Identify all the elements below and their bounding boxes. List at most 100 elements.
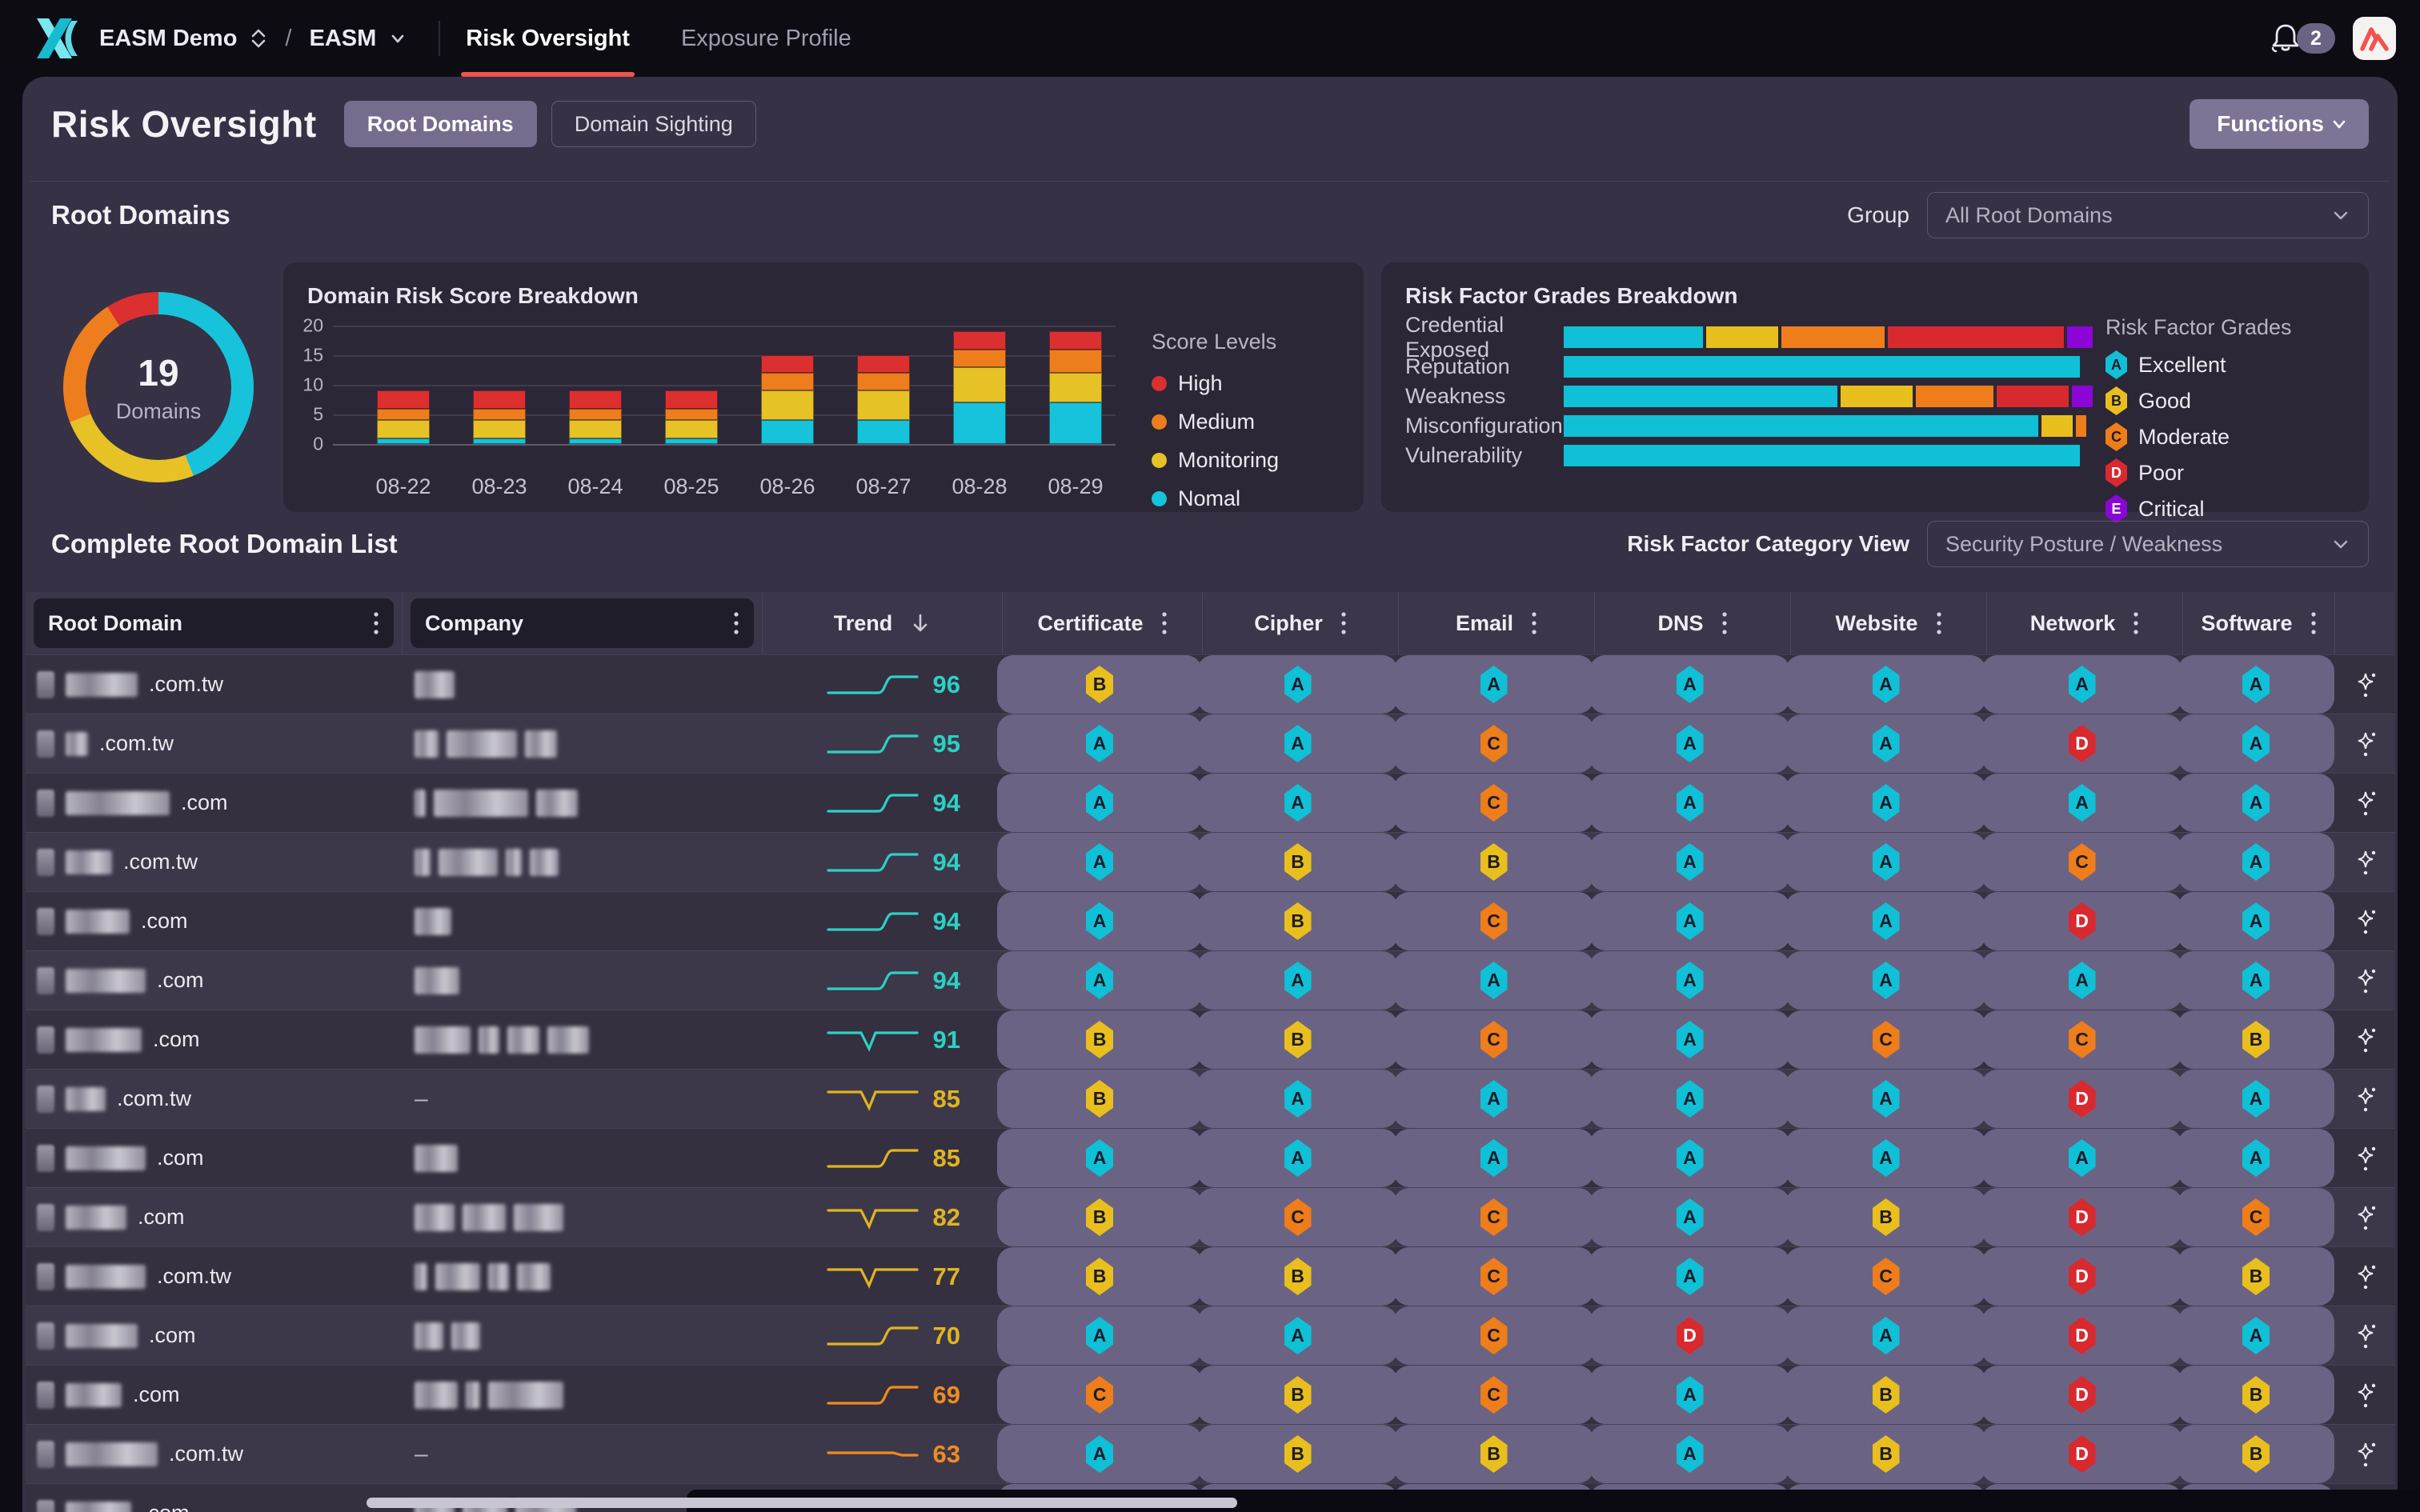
column-filter-box-company[interactable]: Company [411,598,754,648]
bar-segment-high [1049,331,1102,349]
cell-website: A [1785,1306,1986,1365]
attack-path-actions-icon[interactable] [2353,1144,2380,1173]
category-view-select[interactable]: Security Posture / Weakness [1927,521,2369,567]
table-row[interactable]: .com70AACDADA [26,1306,2394,1365]
column-menu-icon[interactable] [1721,610,1728,637]
view-tab-root-domains[interactable]: Root Domains [344,101,537,147]
column-header-cipher: Cipher [1202,592,1398,654]
grade-segment-A [1564,386,1837,407]
table-row[interactable]: .com94AACAAAA [26,773,2394,832]
column-menu-icon[interactable] [733,610,739,637]
breadcrumb-project[interactable]: EASM Demo [99,26,237,52]
grade-legend-title: Risk Factor Grades [2105,315,2292,340]
nav-tab-exposure-profile[interactable]: Exposure Profile [681,0,851,77]
attack-path-actions-icon[interactable] [2353,1085,2380,1114]
avatar[interactable] [2353,17,2396,60]
attack-path-actions-icon[interactable] [2353,1381,2380,1410]
nav-tab-risk-oversight[interactable]: Risk Oversight [466,0,630,77]
table-row[interactable]: .com91BBCACCB [26,1010,2394,1069]
app-logo-icon[interactable] [32,15,78,62]
attack-path-actions-icon[interactable] [2353,1322,2380,1350]
grade-legend-item-moderate[interactable]: CModerate [2105,422,2292,451]
column-menu-icon[interactable] [373,610,379,637]
attack-path-actions-icon[interactable] [2353,1262,2380,1291]
attack-path-actions-icon[interactable] [2353,907,2380,936]
trend-score: 91 [933,1026,960,1054]
table-row[interactable]: .com.tw–85BAAAADA [26,1069,2394,1128]
bar-segment-high [665,390,718,408]
notification-count-badge[interactable]: 2 [2297,23,2335,54]
cell-network: C [1981,1010,2182,1069]
cell-software: A [2178,951,2334,1010]
view-tab-domain-sighting[interactable]: Domain Sighting [551,101,756,147]
domain-redacted [66,1502,131,1512]
cell-cipher: A [1197,655,1398,714]
cell-trend: 94 [762,892,1002,950]
company-redacted [536,790,578,817]
grade-badge-A: A [2069,962,2096,999]
table-row[interactable]: .com82BCCABDC [26,1187,2394,1246]
grade-badge-C: C [1480,1376,1508,1414]
grade-badge-A: A [1284,784,1312,822]
attack-path-actions-icon[interactable] [2353,789,2380,818]
attack-path-actions-icon[interactable] [2353,730,2380,758]
cell-cipher: C [1197,1188,1398,1246]
bar-segment-monitoring [665,420,718,438]
column-menu-icon[interactable] [2310,610,2317,637]
grade-legend-item-excellent[interactable]: AExcellent [2105,350,2292,379]
breadcrumb-section[interactable]: EASM [309,26,376,52]
attack-path-actions-icon[interactable] [2353,1203,2380,1232]
x-tick-label: 08-24 [547,474,643,499]
cell-website: A [1785,714,1986,773]
domain-redacted [66,673,138,697]
grade-badge-C: C [1480,784,1508,822]
grade-badge-D: D [2069,1258,2096,1295]
legend-label: Excellent [2138,353,2226,378]
attack-path-actions-icon[interactable] [2353,848,2380,877]
attack-path-actions-icon[interactable] [2353,670,2380,699]
company-redacted [435,1263,480,1290]
table-row[interactable]: .com69CBCABDB [26,1365,2394,1424]
cell-company [402,1306,762,1365]
company-redacted [530,849,559,876]
attack-path-actions-icon[interactable] [2353,966,2380,995]
attack-path-actions-icon[interactable] [2353,1026,2380,1054]
column-menu-icon[interactable] [2133,610,2139,637]
table-row[interactable]: .com.tw95AACAADA [26,714,2394,773]
grade-segment-D [1997,386,2069,407]
functions-button[interactable]: Functions [2190,99,2369,149]
project-switcher-icon[interactable] [250,26,267,50]
column-menu-icon[interactable] [1531,610,1537,637]
column-menu-icon[interactable] [1161,610,1168,637]
x-tick-label: 08-22 [355,474,451,499]
grade-segment-A [1564,326,1703,348]
column-menu-icon[interactable] [1936,610,1942,637]
table-row[interactable]: .com94ABCAADA [26,891,2394,950]
table-row[interactable]: .com.tw77BBCACDB [26,1246,2394,1306]
score-legend-item-high[interactable]: High [1152,371,1279,396]
domain-suffix: .com [153,1027,200,1052]
bar-segment-high [761,355,814,373]
attack-path-actions-icon[interactable] [2353,1440,2380,1469]
table-row[interactable]: .com94AAAAAAA [26,950,2394,1010]
table-row[interactable]: .com.tw96BAAAAAA [26,654,2394,714]
sort-desc-icon[interactable] [910,612,931,634]
cell-company [402,655,762,714]
grade-legend-item-poor[interactable]: DPoor [2105,458,2292,487]
score-legend-item-medium[interactable]: Medium [1152,410,1279,434]
column-menu-icon[interactable] [1340,610,1347,637]
score-legend-item-monitoring[interactable]: Monitoring [1152,448,1279,473]
section-chevron-down-icon[interactable] [389,30,407,47]
x-tick-label: 08-26 [739,474,835,499]
column-filter-box-root-domain[interactable]: Root Domain [34,598,394,648]
horizontal-scrollbar-thumb[interactable] [367,1498,1237,1508]
score-legend-item-nomal[interactable]: Nomal [1152,486,1279,511]
company-redacted [488,1263,509,1290]
company-redacted [434,790,528,817]
grade-legend-item-good[interactable]: BGood [2105,386,2292,415]
table-row[interactable]: .com.tw94ABBAACA [26,832,2394,891]
y-tick-label: 10 [286,374,323,396]
group-select[interactable]: All Root Domains [1927,192,2369,238]
table-row[interactable]: .com.tw–63ABBABDB [26,1424,2394,1483]
table-row[interactable]: .com85AAAAAAA [26,1128,2394,1187]
